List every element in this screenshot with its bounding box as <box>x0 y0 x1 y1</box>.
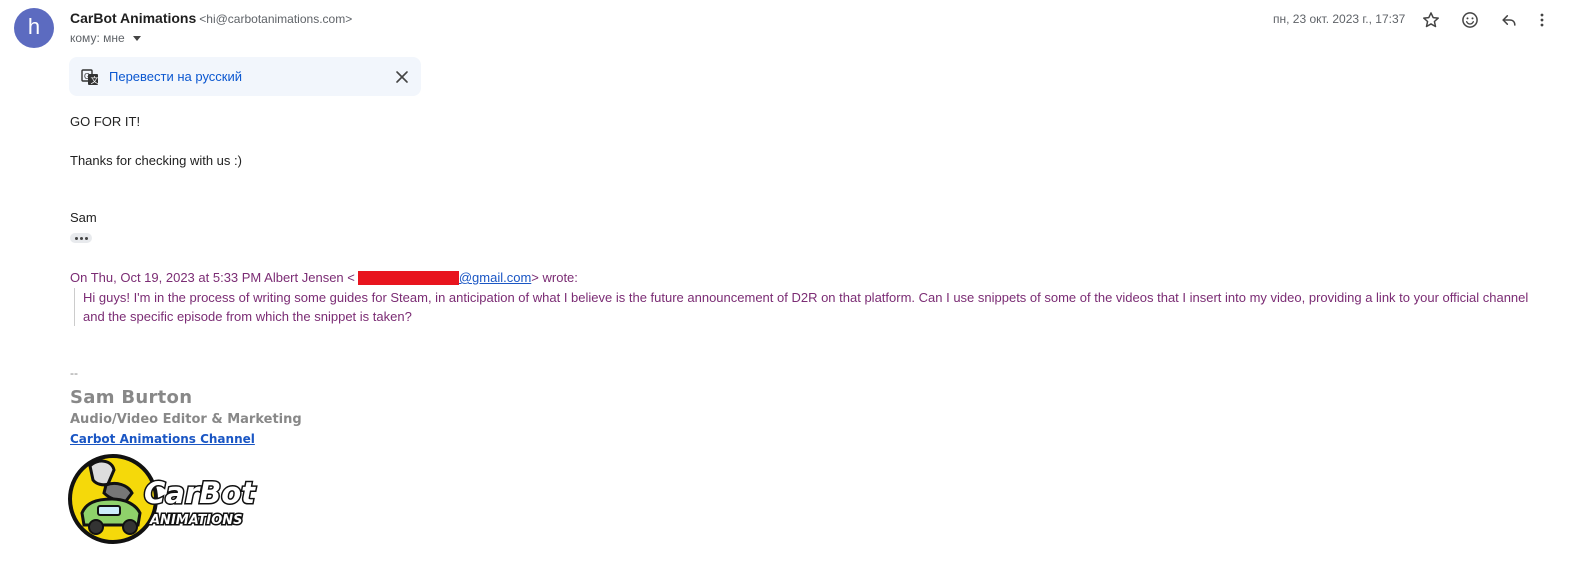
signature-name: Sam Burton <box>70 387 193 408</box>
quote-attr-prefix: On Thu, Oct 19, 2023 at 5:33 PM Albert J… <box>70 270 355 285</box>
sender-name[interactable]: CarBot Animations <box>70 10 196 26</box>
more-vert-icon <box>1540 13 1544 27</box>
emoji-icon <box>1462 12 1478 28</box>
quoted-message: Hi guys! I'm in the process of writing s… <box>74 288 1553 326</box>
sender-email: <hi@carbotanimations.com> <box>199 12 353 26</box>
message-signoff: Sam <box>70 210 97 225</box>
sender-avatar[interactable]: h <box>14 8 54 48</box>
dot <box>84 236 88 240</box>
star-icon <box>1423 12 1439 28</box>
reply-button[interactable] <box>1496 8 1522 32</box>
redacted-email <box>357 270 459 285</box>
signature-separator: -- <box>70 366 78 380</box>
translate-icon: G 文 <box>81 68 99 85</box>
recipients-label: кому: мне <box>70 31 125 45</box>
logo-word-carbot: CarBot <box>144 476 256 510</box>
dot <box>79 236 83 240</box>
quoted-email-link[interactable]: @gmail.com <box>459 270 531 285</box>
star-button[interactable] <box>1418 8 1444 32</box>
carbot-logo[interactable]: CarBot ANIMATIONS <box>68 451 273 546</box>
translate-banner: G 文 Перевести на русский <box>69 57 421 96</box>
chevron-down-icon[interactable] <box>132 36 141 41</box>
quote-attr-suffix: > wrote: <box>531 270 578 285</box>
logo-word-animations: ANIMATIONS <box>149 513 243 528</box>
sender-line: CarBot Animations <hi@carbotanimations.co… <box>70 10 352 26</box>
svg-text:G: G <box>84 72 90 81</box>
close-icon[interactable] <box>395 70 409 84</box>
more-options-button[interactable] <box>1537 8 1547 32</box>
translate-link[interactable]: Перевести на русский <box>109 69 242 84</box>
svg-text:文: 文 <box>91 75 99 85</box>
message-line: Thanks for checking with us :) <box>70 153 242 168</box>
message-actions <box>1418 8 1547 32</box>
reply-icon <box>1502 15 1516 26</box>
message-date: пн, 23 окт. 2023 г., 17:37 <box>1273 12 1406 26</box>
quote-attribution: On Thu, Oct 19, 2023 at 5:33 PM Albert J… <box>70 270 578 285</box>
add-reaction-button[interactable] <box>1457 8 1483 32</box>
recipients-toggle[interactable]: кому: мне <box>70 31 141 45</box>
dot <box>74 236 78 240</box>
message-line: GO FOR IT! <box>70 114 141 129</box>
signature-channel-link[interactable]: Carbot Animations Channel <box>70 432 255 446</box>
signature-title: Audio/Video Editor & Marketing <box>70 412 302 427</box>
show-trimmed-content-button[interactable] <box>70 233 92 243</box>
